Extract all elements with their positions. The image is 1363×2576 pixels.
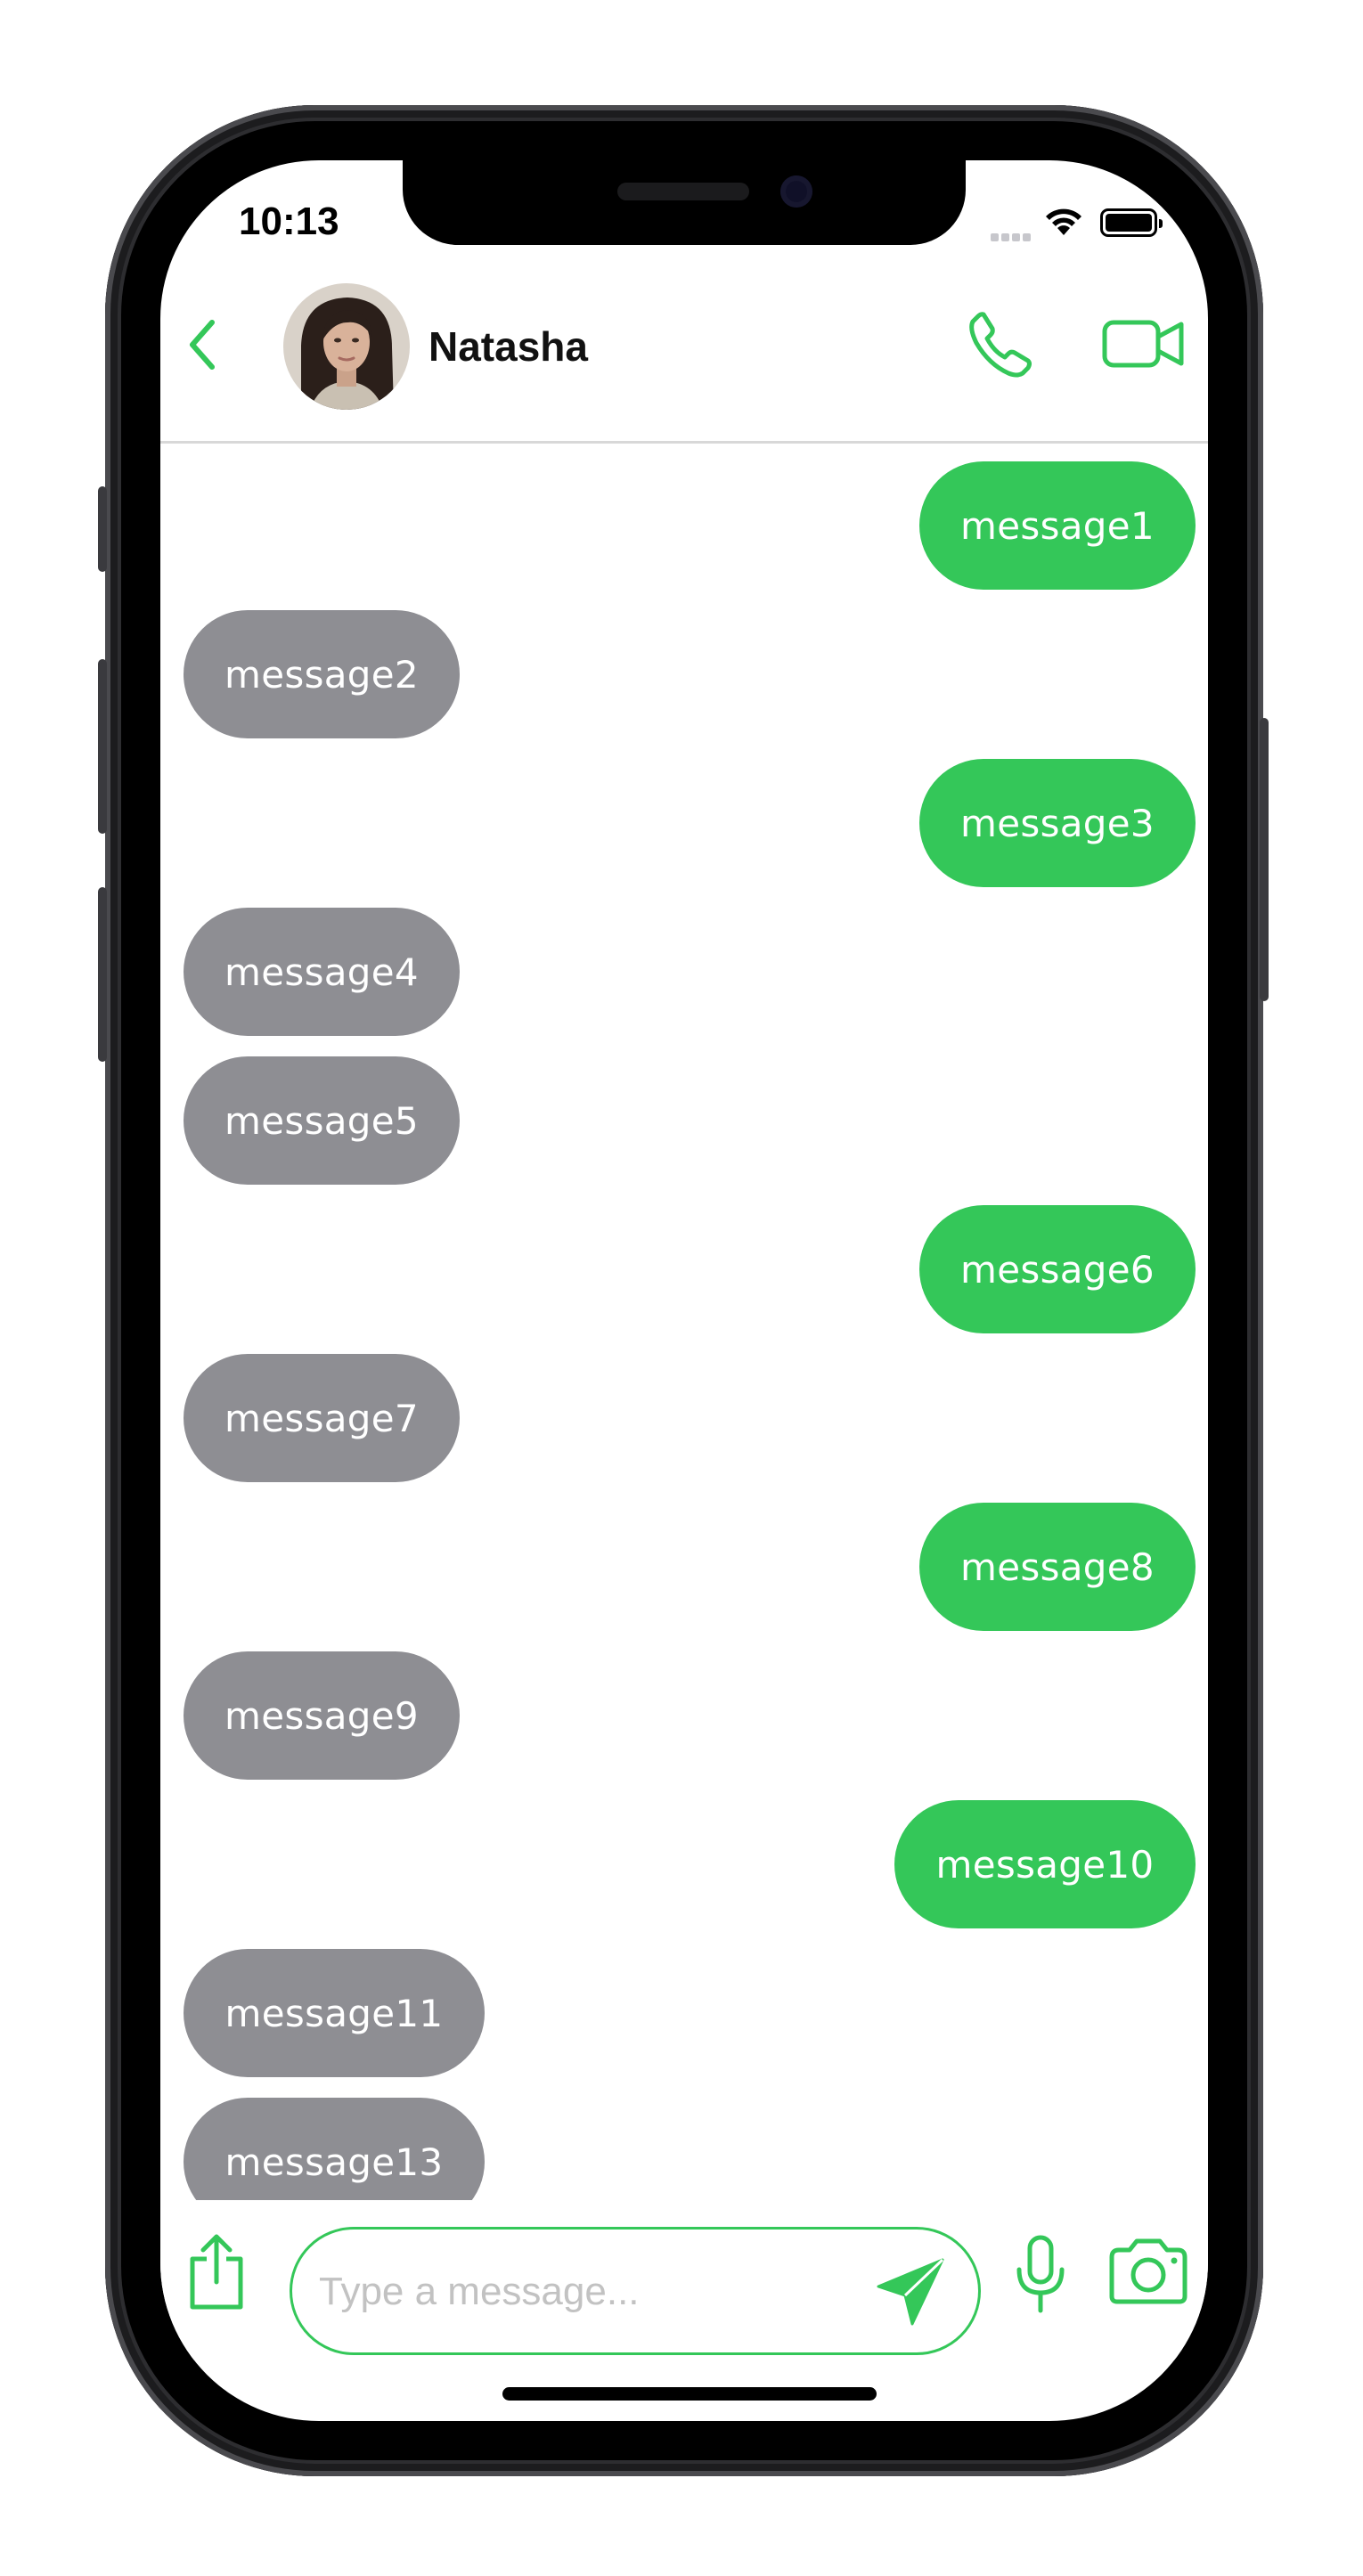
power-button [1260,718,1269,1001]
outgoing-message-bubble[interactable]: message8 [919,1503,1196,1631]
video-camera-icon[interactable] [1101,305,1187,379]
front-camera [780,175,812,208]
incoming-message-bubble[interactable]: message9 [184,1651,460,1780]
avatar-portrait-image [283,283,410,410]
phone-screen: 10:13 Natasha message1 message2 message3… [160,160,1208,2421]
message-input-field[interactable] [290,2227,981,2355]
send-icon[interactable] [873,2254,948,2329]
earpiece-speaker [617,183,749,200]
outgoing-message-bubble[interactable]: message10 [894,1800,1196,1928]
phone-icon[interactable] [964,307,1035,379]
microphone-icon[interactable] [1014,2234,1067,2314]
camera-icon[interactable] [1106,2236,1190,2307]
message-input[interactable] [317,2230,873,2354]
message-list[interactable]: message1 message2 message3 message4 mess… [160,444,1208,2202]
share-icon[interactable] [185,2232,248,2312]
avatar[interactable] [283,283,410,410]
contact-name[interactable]: Natasha [428,322,588,371]
chat-header: Natasha [160,258,1208,444]
volume-down-button [98,887,107,1062]
notch [403,160,966,245]
outgoing-message-bubble[interactable]: message6 [919,1205,1196,1333]
incoming-message-bubble[interactable]: message5 [184,1056,460,1185]
incoming-message-bubble[interactable]: message11 [184,1949,485,2077]
incoming-message-bubble[interactable]: message4 [184,908,460,1036]
volume-up-button [98,659,107,834]
incoming-message-bubble[interactable]: message7 [184,1354,460,1482]
incoming-message-bubble[interactable]: message13 [184,2098,485,2202]
mute-switch [98,486,107,572]
chevron-left-icon[interactable] [178,314,224,376]
status-time: 10:13 [239,200,339,243]
cellular-signal-icon [991,230,1033,246]
battery-icon [1100,208,1163,237]
home-indicator[interactable] [502,2387,877,2401]
wifi-icon [1046,208,1081,235]
outgoing-message-bubble[interactable]: message1 [919,461,1196,590]
outgoing-message-bubble[interactable]: message3 [919,759,1196,887]
composer-bar [160,2200,1208,2360]
incoming-message-bubble[interactable]: message2 [184,610,460,738]
